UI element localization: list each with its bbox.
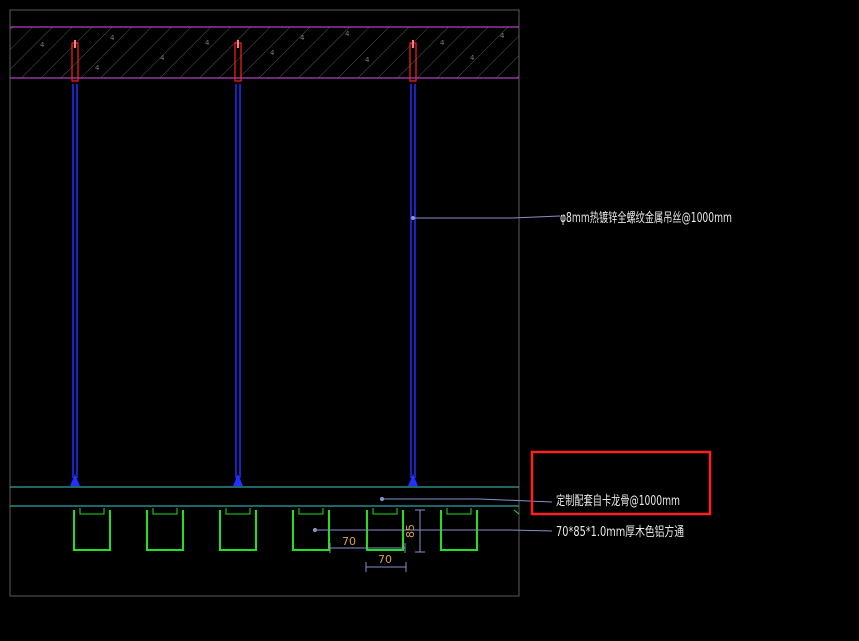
svg-text:4: 4 [470, 54, 475, 62]
svg-text:4: 4 [345, 30, 350, 38]
annotation-keel: 定制配套自卡龙骨@1000mm [556, 493, 680, 509]
tube-4 [292, 508, 330, 551]
tube-5 [366, 508, 404, 551]
svg-text:4: 4 [300, 34, 305, 42]
svg-text:4: 4 [95, 64, 100, 72]
tube-1 [73, 508, 111, 551]
ceiling-section-drawing: 4 4 4 4 4 4 4 4 4 4 4 4 70 70 85 φ8mm热镀锌全螺纹金属吊丝@… [9, 9, 732, 597]
dimension-width-b: 70 [378, 553, 392, 566]
hanger-rod-1 [70, 40, 80, 486]
hanger-rod-3 [408, 40, 418, 486]
svg-text:4: 4 [500, 32, 505, 40]
svg-text:4: 4 [365, 56, 370, 64]
tube-3 [219, 508, 257, 551]
svg-text:4: 4 [110, 34, 115, 42]
dimension-width-a: 70 [342, 535, 356, 548]
tube-2 [146, 508, 184, 551]
svg-text:4: 4 [40, 41, 45, 49]
svg-text:4: 4 [205, 39, 210, 47]
svg-text:4: 4 [160, 54, 165, 62]
annotation-hanger-rod: φ8mm热镀锌全螺纹金属吊丝@1000mm [560, 210, 732, 226]
aluminium-tubes [73, 508, 520, 551]
concrete-slab: 4 4 4 4 4 4 4 4 4 4 4 4 [10, 26, 519, 79]
svg-text:4: 4 [440, 39, 445, 47]
annotation-aluminium-tube: 70*85*1.0mm厚木色铝方通 [556, 524, 684, 540]
leader-lines [312, 215, 561, 533]
svg-text:4: 4 [270, 49, 275, 57]
drawing-frame [9, 9, 520, 597]
dimension-height: 85 [404, 524, 417, 538]
carrier-keel [10, 486, 519, 507]
hanger-rod-2 [233, 40, 243, 486]
tube-6 [440, 508, 478, 551]
